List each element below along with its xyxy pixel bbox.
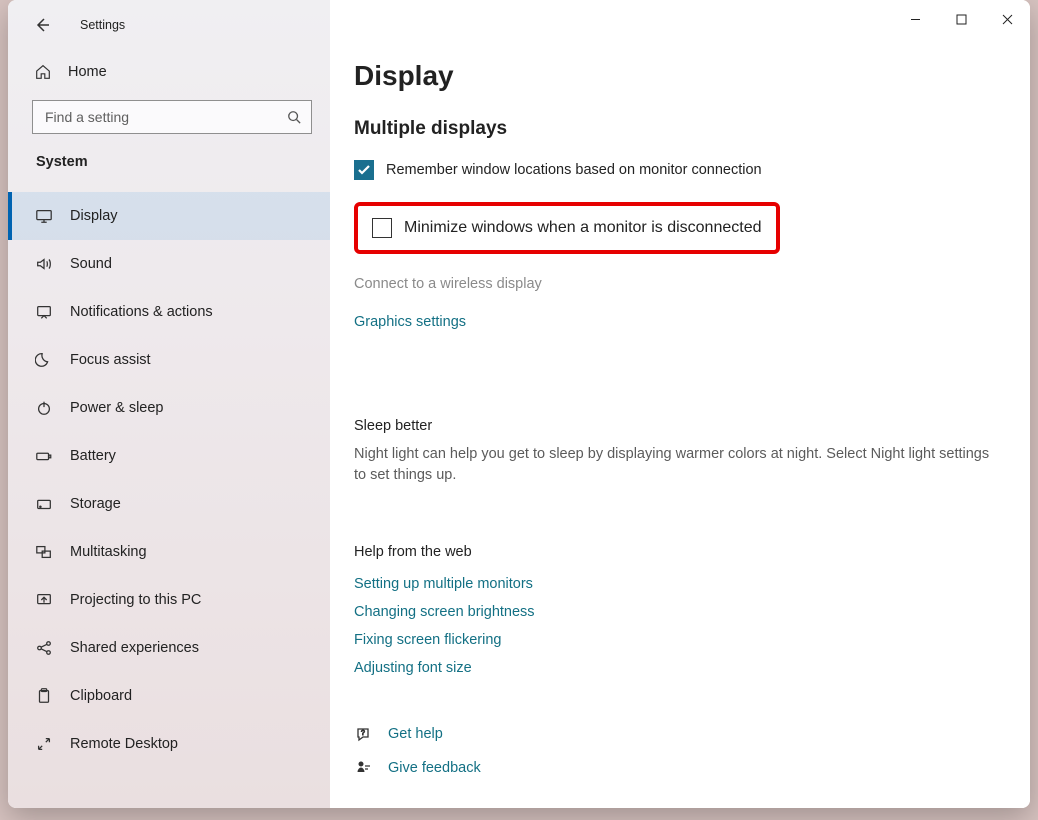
home-link[interactable]: Home [8,50,330,94]
nav-storage[interactable]: Storage [8,480,330,528]
checkbox-minimize[interactable] [372,218,392,238]
remote-desktop-icon [34,734,54,754]
nav-label: Sound [70,256,112,272]
nav-label: Battery [70,448,116,464]
nav-label: Projecting to this PC [70,592,201,608]
close-button[interactable] [984,0,1030,38]
check-icon [357,163,371,177]
nav-list: Display Sound Notifications & actions Fo… [8,192,330,808]
nav-label: Clipboard [70,688,132,704]
help-link-multiple-monitors[interactable]: Setting up multiple monitors [354,576,1000,592]
back-arrow-icon [34,17,50,33]
checkbox-remember[interactable] [354,160,374,180]
power-icon [34,398,54,418]
nav-sound[interactable]: Sound [8,240,330,288]
feedback-icon [354,758,374,778]
nav-label: Shared experiences [70,640,199,656]
close-icon [1002,14,1013,25]
minimize-icon [910,14,921,25]
search-box[interactable] [32,100,312,134]
connect-wireless-link[interactable]: Connect to a wireless display [354,276,1000,292]
get-help-row[interactable]: ? Get help [354,724,1000,744]
svg-text:?: ? [361,730,365,737]
category-title: System [8,148,330,182]
nav-shared-experiences[interactable]: Shared experiences [8,624,330,672]
nav-notifications[interactable]: Notifications & actions [8,288,330,336]
sound-icon [34,254,54,274]
sidebar: Settings Home System Display Sound Notif… [8,0,330,808]
give-feedback-label: Give feedback [388,760,481,776]
main-content: Display Multiple displays Remember windo… [330,0,1030,808]
nav-remote-desktop[interactable]: Remote Desktop [8,720,330,768]
minimize-button[interactable] [892,0,938,38]
get-help-label: Get help [388,726,443,742]
sleep-better-section: Sleep better Night light can help you ge… [354,418,1000,486]
multitasking-icon [34,542,54,562]
settings-window: Settings Home System Display Sound Notif… [8,0,1030,808]
sleep-body: Night light can help you get to sleep by… [354,444,994,486]
nav-clipboard[interactable]: Clipboard [8,672,330,720]
nav-label: Remote Desktop [70,736,178,752]
home-label: Home [68,64,107,80]
nav-label: Power & sleep [70,400,164,416]
search-icon [287,110,301,124]
notifications-icon [34,302,54,322]
footer-links: ? Get help Give feedback [354,724,1000,778]
nav-label: Multitasking [70,544,147,560]
search-input[interactable] [43,108,287,126]
titlebar: Settings [8,0,330,50]
share-icon [34,638,54,658]
nav-display[interactable]: Display [8,192,330,240]
checkbox-remember-row[interactable]: Remember window locations based on monit… [354,160,1000,180]
help-link-brightness[interactable]: Changing screen brightness [354,604,1000,620]
nav-focus-assist[interactable]: Focus assist [8,336,330,384]
checkbox-remember-label: Remember window locations based on monit… [386,162,762,178]
home-icon [34,63,52,81]
nav-projecting[interactable]: Projecting to this PC [8,576,330,624]
nav-multitasking[interactable]: Multitasking [8,528,330,576]
help-from-web-section: Help from the web Setting up multiple mo… [354,544,1000,676]
help-link-font-size[interactable]: Adjusting font size [354,660,1000,676]
checkbox-minimize-label: Minimize windows when a monitor is disco… [404,219,762,237]
highlight-minimize-option: Minimize windows when a monitor is disco… [354,202,780,254]
sleep-title: Sleep better [354,418,1000,434]
page-title: Display [354,60,1000,92]
section-multiple-displays: Multiple displays [354,118,1000,140]
help-title: Help from the web [354,544,1000,560]
nav-label: Display [70,208,118,224]
nav-label: Focus assist [70,352,151,368]
nav-label: Notifications & actions [70,304,213,320]
storage-icon [34,494,54,514]
back-button[interactable] [26,9,58,41]
window-controls [892,0,1030,38]
nav-label: Storage [70,496,121,512]
maximize-button[interactable] [938,0,984,38]
nav-battery[interactable]: Battery [8,432,330,480]
help-link-flickering[interactable]: Fixing screen flickering [354,632,1000,648]
page-content: Display Multiple displays Remember windo… [330,0,1030,808]
clipboard-icon [34,686,54,706]
maximize-icon [956,14,967,25]
graphics-settings-link[interactable]: Graphics settings [354,314,1000,330]
projecting-icon [34,590,54,610]
give-feedback-row[interactable]: Give feedback [354,758,1000,778]
help-icon: ? [354,724,374,744]
window-title: Settings [80,18,125,32]
nav-power-sleep[interactable]: Power & sleep [8,384,330,432]
moon-icon [34,350,54,370]
monitor-icon [34,206,54,226]
battery-icon [34,446,54,466]
